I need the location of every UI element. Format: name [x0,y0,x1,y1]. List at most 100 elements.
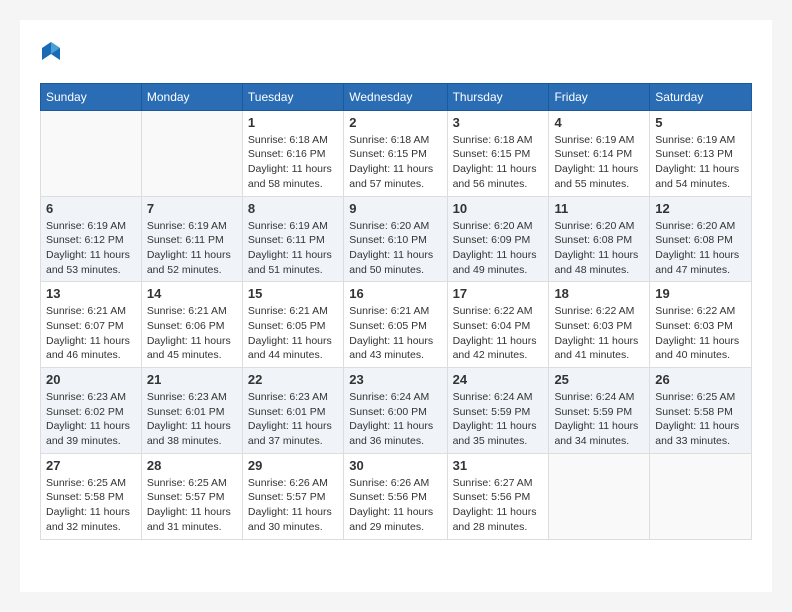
weekday-header-sunday: Sunday [41,83,142,110]
calendar-cell: 18 Sunrise: 6:22 AM Sunset: 6:03 PM Dayli… [549,282,650,368]
calendar-cell [549,453,650,539]
calendar-cell: 24 Sunrise: 6:24 AM Sunset: 5:59 PM Dayli… [447,368,549,454]
day-info: Sunrise: 6:19 AM Sunset: 6:11 PM Dayligh… [147,219,237,278]
calendar-cell: 26Sunrise: 6:25 AM Sunset: 5:58 PM Dayli… [650,368,752,454]
day-number: 26 [655,372,746,387]
weekday-header-thursday: Thursday [447,83,549,110]
calendar-cell [41,110,142,196]
logo [40,40,60,67]
calendar-cell: 3 Sunrise: 6:18 AM Sunset: 6:15 PM Daylig… [447,110,549,196]
calendar-week-row: 27Sunrise: 6:25 AM Sunset: 5:58 PM Dayli… [41,453,752,539]
day-info: Sunrise: 6:18 AM Sunset: 6:15 PM Dayligh… [453,133,544,192]
calendar-cell: 2 Sunrise: 6:18 AM Sunset: 6:15 PM Daylig… [344,110,447,196]
day-info: Sunrise: 6:24 AM Sunset: 5:59 PM Dayligh… [453,390,544,449]
day-number: 10 [453,201,544,216]
day-number: 8 [248,201,338,216]
day-info: Sunrise: 6:21 AM Sunset: 6:05 PM Dayligh… [349,304,441,363]
calendar-cell: 1 Sunrise: 6:18 AM Sunset: 6:16 PM Daylig… [242,110,343,196]
day-info: Sunrise: 6:27 AM Sunset: 5:56 PM Dayligh… [453,476,544,535]
day-number: 13 [46,286,136,301]
day-info: Sunrise: 6:18 AM Sunset: 6:15 PM Dayligh… [349,133,441,192]
calendar-week-row: 6 Sunrise: 6:19 AM Sunset: 6:12 PM Daylig… [41,196,752,282]
calendar-cell: 17 Sunrise: 6:22 AM Sunset: 6:04 PM Dayli… [447,282,549,368]
day-info: Sunrise: 6:20 AM Sunset: 6:08 PM Dayligh… [554,219,644,278]
day-number: 18 [554,286,644,301]
calendar: SundayMondayTuesdayWednesdayThursdayFrid… [40,83,752,540]
day-number: 14 [147,286,237,301]
day-info: Sunrise: 6:23 AM Sunset: 6:01 PM Dayligh… [147,390,237,449]
day-number: 2 [349,115,441,130]
day-number: 6 [46,201,136,216]
weekday-header-wednesday: Wednesday [344,83,447,110]
day-number: 9 [349,201,441,216]
day-info: Sunrise: 6:23 AM Sunset: 6:02 PM Dayligh… [46,390,136,449]
day-info: Sunrise: 6:21 AM Sunset: 6:05 PM Dayligh… [248,304,338,363]
day-info: Sunrise: 6:26 AM Sunset: 5:56 PM Dayligh… [349,476,441,535]
day-info: Sunrise: 6:19 AM Sunset: 6:12 PM Dayligh… [46,219,136,278]
calendar-cell: 9 Sunrise: 6:20 AM Sunset: 6:10 PM Daylig… [344,196,447,282]
day-number: 7 [147,201,237,216]
day-info: Sunrise: 6:20 AM Sunset: 6:08 PM Dayligh… [655,219,746,278]
calendar-cell: 19Sunrise: 6:22 AM Sunset: 6:03 PM Dayli… [650,282,752,368]
day-info: Sunrise: 6:21 AM Sunset: 6:07 PM Dayligh… [46,304,136,363]
day-number: 23 [349,372,441,387]
calendar-cell: 15Sunrise: 6:21 AM Sunset: 6:05 PM Dayli… [242,282,343,368]
calendar-cell: 29 Sunrise: 6:26 AM Sunset: 5:57 PM Dayli… [242,453,343,539]
weekday-header-tuesday: Tuesday [242,83,343,110]
weekday-header-monday: Monday [141,83,242,110]
day-info: Sunrise: 6:22 AM Sunset: 6:03 PM Dayligh… [554,304,644,363]
calendar-cell: 7 Sunrise: 6:19 AM Sunset: 6:11 PM Daylig… [141,196,242,282]
day-number: 25 [554,372,644,387]
calendar-cell: 30 Sunrise: 6:26 AM Sunset: 5:56 PM Dayli… [344,453,447,539]
day-number: 5 [655,115,746,130]
calendar-cell: 11 Sunrise: 6:20 AM Sunset: 6:08 PM Dayli… [549,196,650,282]
calendar-cell [650,453,752,539]
day-info: Sunrise: 6:26 AM Sunset: 5:57 PM Dayligh… [248,476,338,535]
day-number: 17 [453,286,544,301]
calendar-cell: 5Sunrise: 6:19 AM Sunset: 6:13 PM Daylig… [650,110,752,196]
day-number: 28 [147,458,237,473]
calendar-cell: 13 Sunrise: 6:21 AM Sunset: 6:07 PM Dayli… [41,282,142,368]
day-number: 12 [655,201,746,216]
day-info: Sunrise: 6:19 AM Sunset: 6:11 PM Dayligh… [248,219,338,278]
calendar-cell: 23 Sunrise: 6:24 AM Sunset: 6:00 PM Dayli… [344,368,447,454]
day-info: Sunrise: 6:22 AM Sunset: 6:04 PM Dayligh… [453,304,544,363]
day-info: Sunrise: 6:21 AM Sunset: 6:06 PM Dayligh… [147,304,237,363]
calendar-cell: 8 Sunrise: 6:19 AM Sunset: 6:11 PM Daylig… [242,196,343,282]
day-info: Sunrise: 6:22 AM Sunset: 6:03 PM Dayligh… [655,304,746,363]
day-number: 24 [453,372,544,387]
calendar-header-row: SundayMondayTuesdayWednesdayThursdayFrid… [41,83,752,110]
day-number: 27 [46,458,136,473]
day-number: 22 [248,372,338,387]
calendar-cell: 27Sunrise: 6:25 AM Sunset: 5:58 PM Dayli… [41,453,142,539]
day-number: 21 [147,372,237,387]
day-number: 1 [248,115,338,130]
day-number: 30 [349,458,441,473]
calendar-week-row: 20 Sunrise: 6:23 AM Sunset: 6:02 PM Dayli… [41,368,752,454]
day-number: 31 [453,458,544,473]
day-info: Sunrise: 6:19 AM Sunset: 6:14 PM Dayligh… [554,133,644,192]
day-info: Sunrise: 6:20 AM Sunset: 6:10 PM Dayligh… [349,219,441,278]
calendar-cell: 21 Sunrise: 6:23 AM Sunset: 6:01 PM Dayli… [141,368,242,454]
calendar-cell: 12 Sunrise: 6:20 AM Sunset: 6:08 PM Dayli… [650,196,752,282]
day-info: Sunrise: 6:18 AM Sunset: 6:16 PM Dayligh… [248,133,338,192]
calendar-cell [141,110,242,196]
weekday-header-saturday: Saturday [650,83,752,110]
day-number: 3 [453,115,544,130]
calendar-cell: 22 Sunrise: 6:23 AM Sunset: 6:01 PM Dayli… [242,368,343,454]
day-info: Sunrise: 6:23 AM Sunset: 6:01 PM Dayligh… [248,390,338,449]
calendar-cell: 14 Sunrise: 6:21 AM Sunset: 6:06 PM Dayli… [141,282,242,368]
calendar-cell: 31 Sunrise: 6:27 AM Sunset: 5:56 PM Dayli… [447,453,549,539]
calendar-week-row: 1 Sunrise: 6:18 AM Sunset: 6:16 PM Daylig… [41,110,752,196]
day-number: 20 [46,372,136,387]
calendar-cell: 28 Sunrise: 6:25 AM Sunset: 5:57 PM Dayli… [141,453,242,539]
day-number: 11 [554,201,644,216]
calendar-cell: 10Sunrise: 6:20 AM Sunset: 6:09 PM Dayli… [447,196,549,282]
day-info: Sunrise: 6:24 AM Sunset: 6:00 PM Dayligh… [349,390,441,449]
header [40,40,752,67]
calendar-cell: 20 Sunrise: 6:23 AM Sunset: 6:02 PM Dayli… [41,368,142,454]
day-info: Sunrise: 6:24 AM Sunset: 5:59 PM Dayligh… [554,390,644,449]
day-number: 29 [248,458,338,473]
weekday-header-friday: Friday [549,83,650,110]
day-info: Sunrise: 6:25 AM Sunset: 5:57 PM Dayligh… [147,476,237,535]
